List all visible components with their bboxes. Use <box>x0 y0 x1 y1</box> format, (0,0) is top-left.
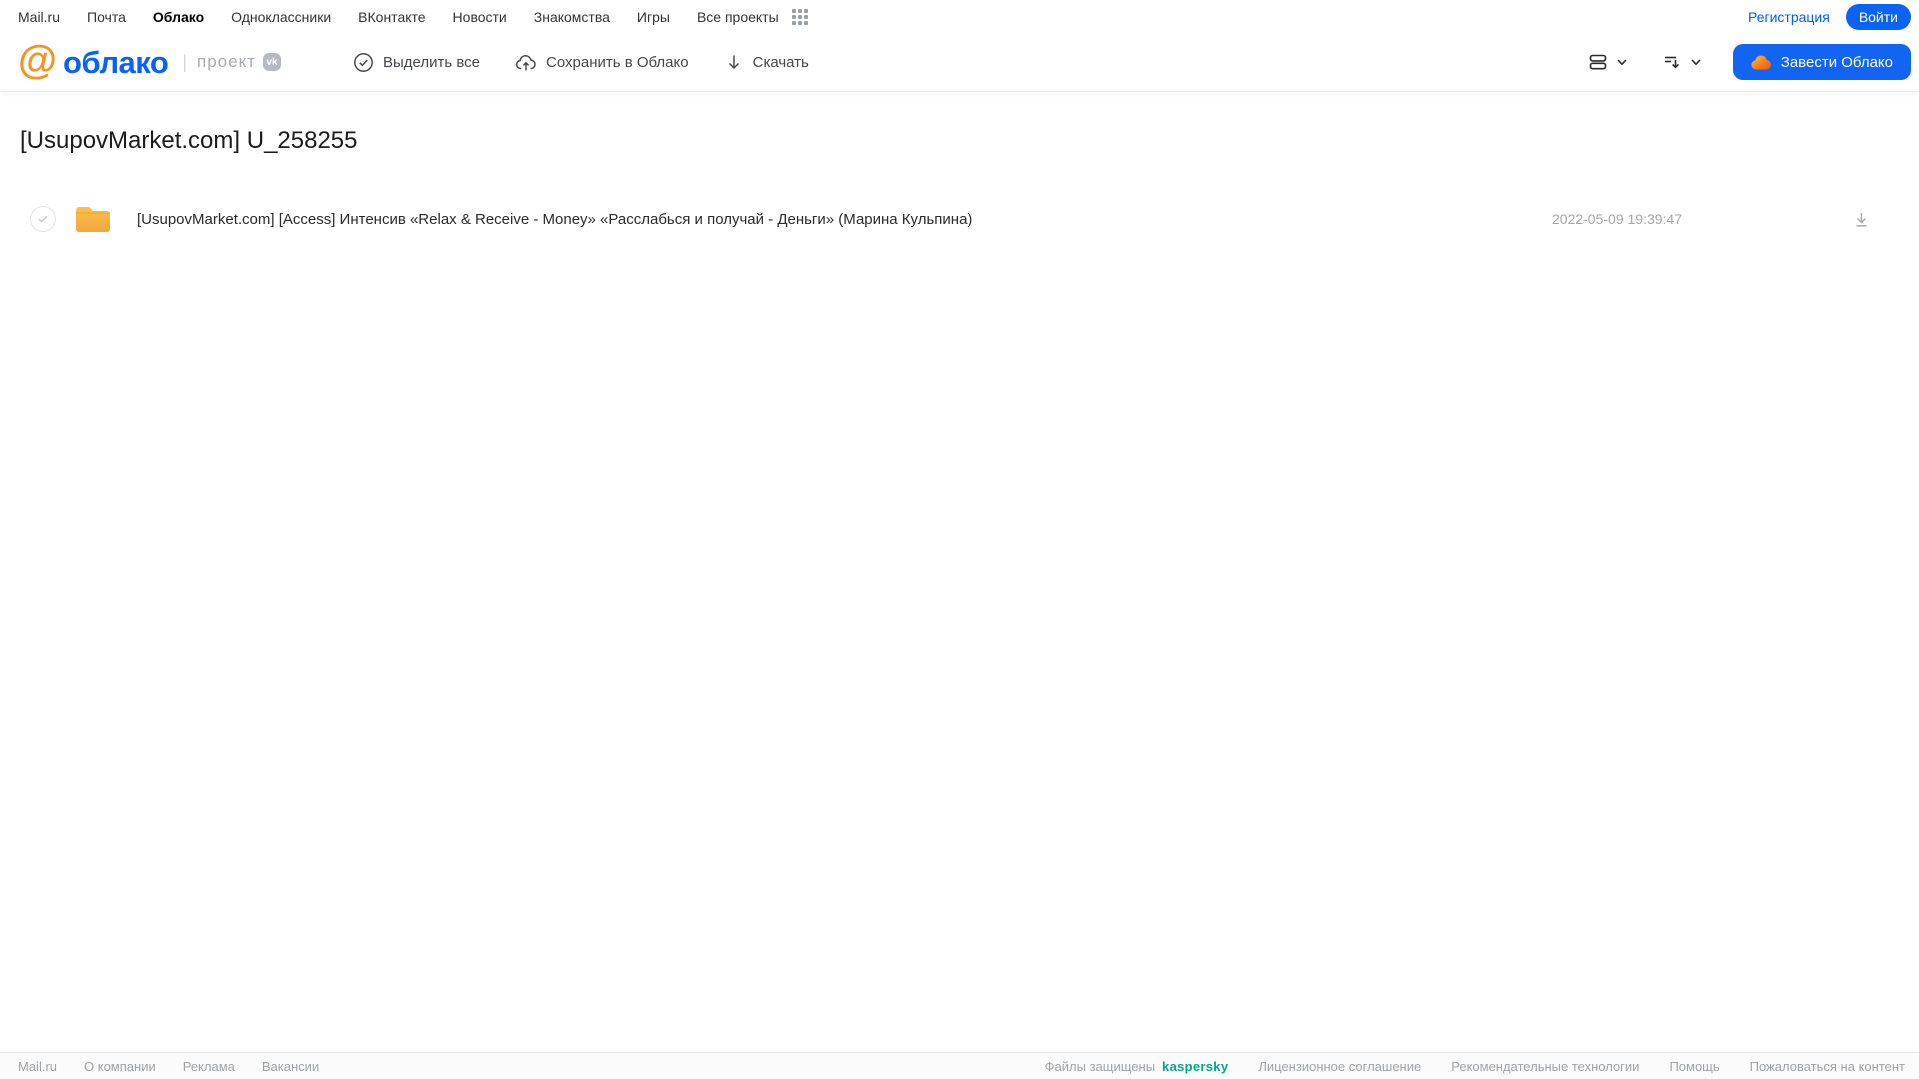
kaspersky-protection: Файлы защищены kaspersky <box>1045 1059 1229 1074</box>
get-cloud-button[interactable]: Завести Облако <box>1732 44 1911 80</box>
cloud-toolbar: @ облако | проект vk Выделить все Сохран… <box>0 33 1919 92</box>
folder-icon <box>74 204 112 234</box>
file-name-link[interactable]: [UsupovMarket.com] [Access] Интенсив «Re… <box>137 211 1552 228</box>
toolbar-actions: Выделить все Сохранить в Облако Скачать <box>353 52 809 73</box>
all-projects-grid-icon[interactable] <box>791 8 808 25</box>
main-content: [UsupovMarket.com] U_258255 [UsupovMarke… <box>0 127 1919 241</box>
orange-cloud-icon <box>1751 54 1772 70</box>
kaspersky-logo[interactable]: kaspersky <box>1162 1059 1228 1074</box>
save-to-cloud-label: Сохранить в Облако <box>546 53 689 71</box>
file-row[interactable]: [UsupovMarket.com] [Access] Интенсив «Re… <box>20 197 1899 241</box>
registration-link[interactable]: Регистрация <box>1748 9 1830 25</box>
logo-divider: | <box>182 51 187 72</box>
row-checkbox[interactable] <box>30 206 56 232</box>
view-mode-control[interactable] <box>1583 47 1633 77</box>
page-footer: Mail.ru О компании Реклама Вакансии Файл… <box>0 1052 1919 1079</box>
download-label: Скачать <box>752 53 809 71</box>
nav-znakomstva[interactable]: Знакомства <box>534 9 610 25</box>
portal-nav-auth: Регистрация Войти <box>1748 3 1911 30</box>
footer-jobs-link[interactable]: Вакансии <box>262 1059 319 1074</box>
chevron-down-icon <box>1615 55 1629 69</box>
nav-odnoklassniki[interactable]: Одноклассники <box>231 9 331 25</box>
page-title: [UsupovMarket.com] U_258255 <box>20 127 358 154</box>
footer-help-link[interactable]: Помощь <box>1669 1059 1719 1074</box>
select-all-button[interactable]: Выделить все <box>353 52 480 73</box>
list-view-icon <box>1587 51 1609 73</box>
footer-left-links: Mail.ru О компании Реклама Вакансии <box>18 1059 319 1074</box>
get-cloud-label: Завести Облако <box>1780 53 1893 71</box>
sort-control[interactable] <box>1657 47 1707 77</box>
nav-pochta[interactable]: Почта <box>87 9 126 25</box>
save-to-cloud-button[interactable]: Сохранить в Облако <box>515 52 689 73</box>
mailru-at-icon: @ <box>18 38 58 82</box>
nav-oblako[interactable]: Облако <box>153 9 204 25</box>
footer-report-content-link[interactable]: Пожаловаться на контент <box>1750 1059 1905 1074</box>
download-arrow-icon <box>724 52 744 72</box>
row-download-icon[interactable] <box>1852 210 1871 229</box>
footer-license-link[interactable]: Лицензионное соглашение <box>1258 1059 1421 1074</box>
project-label: проект <box>197 52 256 71</box>
chevron-down-icon <box>1689 55 1703 69</box>
nav-igry[interactable]: Игры <box>637 9 670 25</box>
select-all-label: Выделить все <box>382 53 480 71</box>
nav-mailru[interactable]: Mail.ru <box>18 9 60 25</box>
footer-mailru-link[interactable]: Mail.ru <box>18 1059 57 1074</box>
file-date: 2022-05-09 19:39:47 <box>1552 211 1682 227</box>
login-button[interactable]: Войти <box>1845 3 1911 30</box>
sort-desc-icon <box>1661 51 1683 73</box>
check-circle-icon <box>353 52 374 73</box>
footer-about-link[interactable]: О компании <box>84 1059 156 1074</box>
vk-badge-icon: vk <box>262 53 281 71</box>
cloud-logo-text: облако <box>63 44 169 80</box>
portal-nav: Mail.ru Почта Облако Одноклассники ВКонт… <box>0 0 1919 33</box>
cloud-logo[interactable]: @ облако | проект vk <box>18 38 281 82</box>
toolbar-right: Завести Облако <box>1583 44 1911 80</box>
download-button[interactable]: Скачать <box>724 52 809 72</box>
nav-novosti[interactable]: Новости <box>453 9 507 25</box>
footer-ads-link[interactable]: Реклама <box>183 1059 235 1074</box>
nav-all-projects[interactable]: Все проекты <box>697 9 779 25</box>
nav-vkontakte[interactable]: ВКонтакте <box>358 9 425 25</box>
footer-right-links: Файлы защищены kaspersky Лицензионное со… <box>1045 1059 1905 1074</box>
cloud-upload-icon <box>515 52 537 73</box>
footer-recommendation-tech-link[interactable]: Рекомендательные технологии <box>1451 1059 1639 1074</box>
portal-nav-links: Mail.ru Почта Облако Одноклассники ВКонт… <box>18 8 808 25</box>
cloud-mailru-public-page: Mail.ru Почта Облако Одноклассники ВКонт… <box>0 0 1919 1079</box>
files-protected-label: Файлы защищены <box>1044 1058 1156 1074</box>
